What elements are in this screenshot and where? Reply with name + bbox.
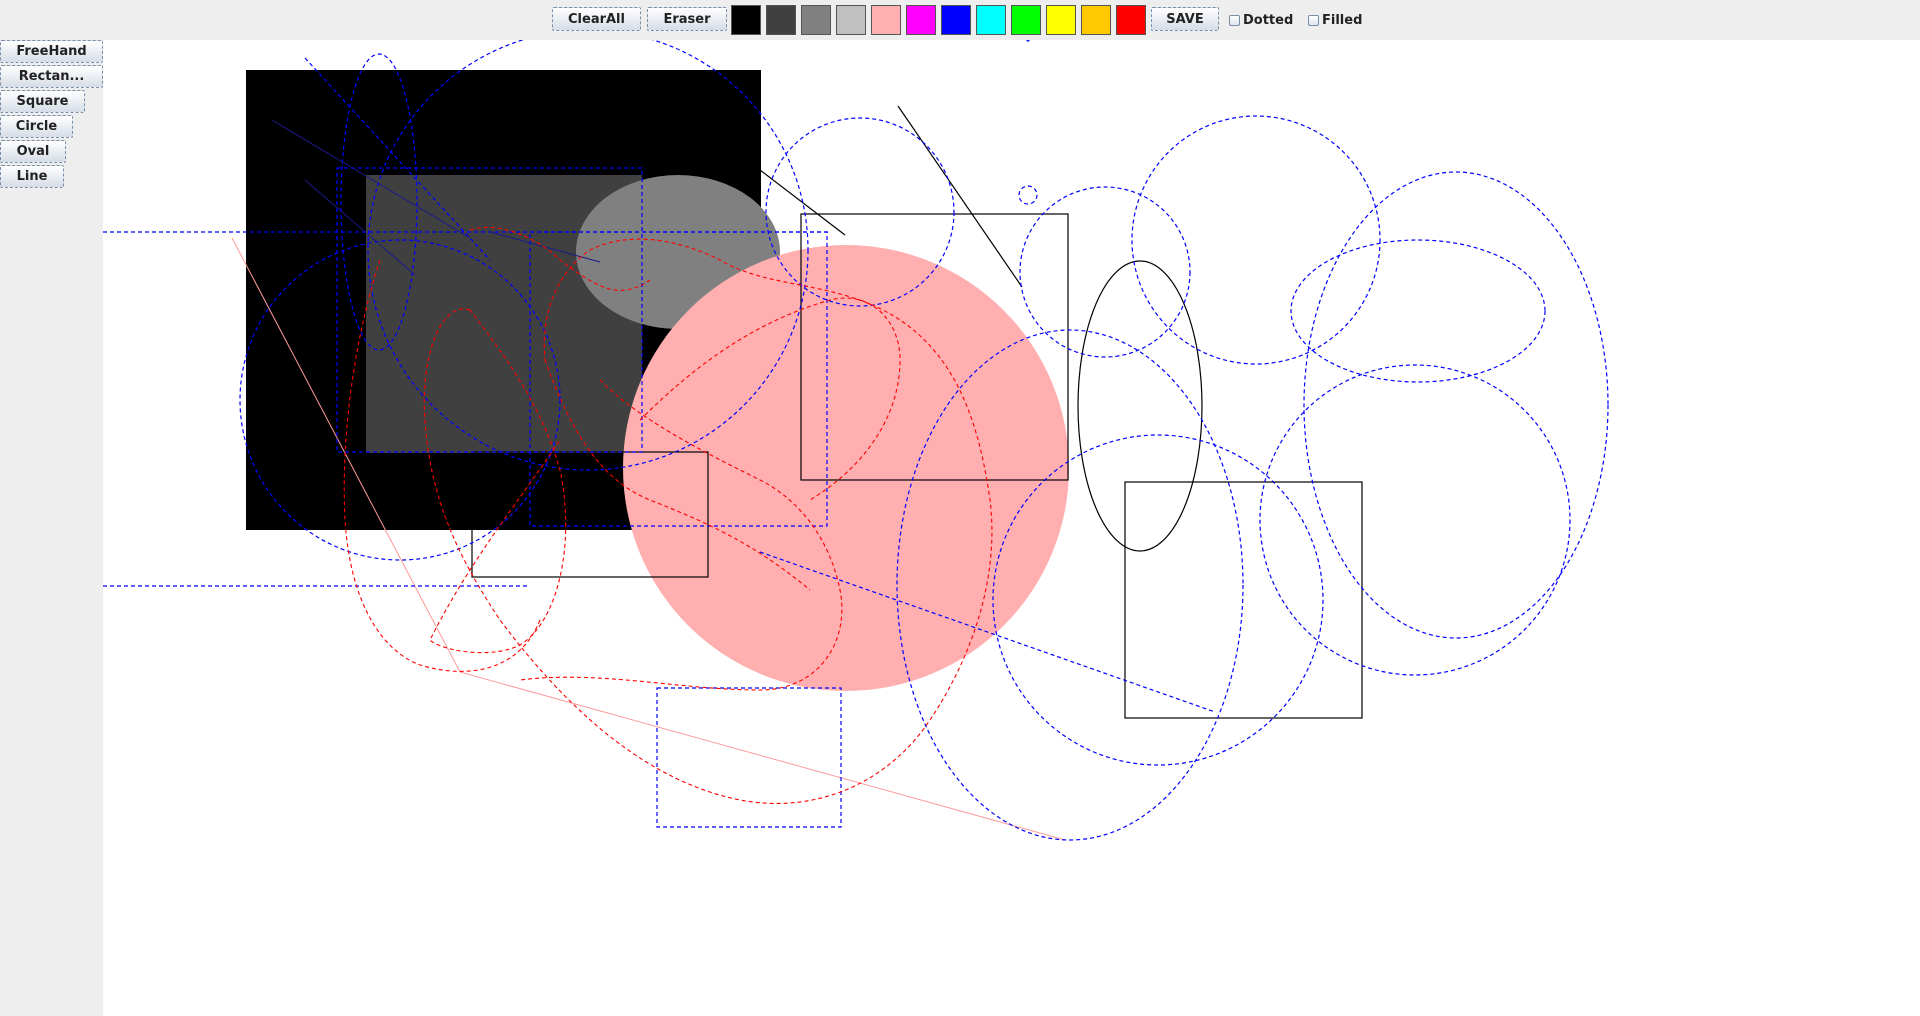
freehand-tool-button[interactable]: FreeHand	[0, 40, 103, 63]
blue-dotted-circle	[1026, 40, 1030, 42]
color-swatch-green[interactable]	[1011, 5, 1041, 35]
save-button[interactable]: SAVE	[1151, 7, 1219, 31]
toolbar: ClearAll Eraser SAVE Dotted Filled	[0, 0, 1920, 40]
color-swatch-magenta[interactable]	[906, 5, 936, 35]
dotted-checkbox[interactable]: Dotted	[1229, 11, 1293, 29]
color-swatch-light-gray[interactable]	[836, 5, 866, 35]
color-swatch-yellow[interactable]	[1046, 5, 1076, 35]
filled-pink-circle	[623, 245, 1069, 691]
blue-dotted-oval	[1290, 239, 1546, 383]
square-tool-button[interactable]: Square	[0, 90, 85, 113]
black-oval-outline	[1077, 260, 1203, 552]
line-tool-button[interactable]: Line	[0, 165, 64, 188]
color-swatch-dark-gray[interactable]	[766, 5, 796, 35]
color-swatch-red[interactable]	[1116, 5, 1146, 35]
blue-dotted-circle	[1259, 364, 1571, 676]
blue-dotted-oval	[1303, 171, 1609, 639]
oval-tool-button[interactable]: Oval	[0, 140, 66, 163]
blue-dotted-rectangle	[656, 687, 842, 828]
circle-tool-button[interactable]: Circle	[0, 115, 73, 138]
filled-checkbox[interactable]: Filled	[1308, 11, 1362, 29]
rectangle-tool-button[interactable]: Rectan...	[0, 65, 103, 88]
checkbox-box-icon	[1308, 14, 1319, 26]
color-swatch-pink[interactable]	[871, 5, 901, 35]
blue-dotted-circle-small	[1018, 185, 1038, 205]
dotted-label: Dotted	[1243, 12, 1294, 28]
canvas-drawing	[103, 40, 1609, 841]
drawing-canvas[interactable]	[103, 40, 1920, 1016]
checkbox-box-icon	[1229, 14, 1240, 26]
black-square-outline	[1124, 481, 1363, 719]
clear-all-button[interactable]: ClearAll	[552, 7, 641, 31]
color-swatch-orange[interactable]	[1081, 5, 1111, 35]
color-swatch-gray[interactable]	[801, 5, 831, 35]
tool-sidebar: FreeHand Rectan... Square Circle Oval Li…	[0, 40, 103, 1016]
eraser-button[interactable]: Eraser	[647, 7, 727, 31]
color-swatch-black[interactable]	[731, 5, 761, 35]
color-swatch-cyan[interactable]	[976, 5, 1006, 35]
color-swatch-blue[interactable]	[941, 5, 971, 35]
filled-label: Filled	[1322, 12, 1363, 28]
